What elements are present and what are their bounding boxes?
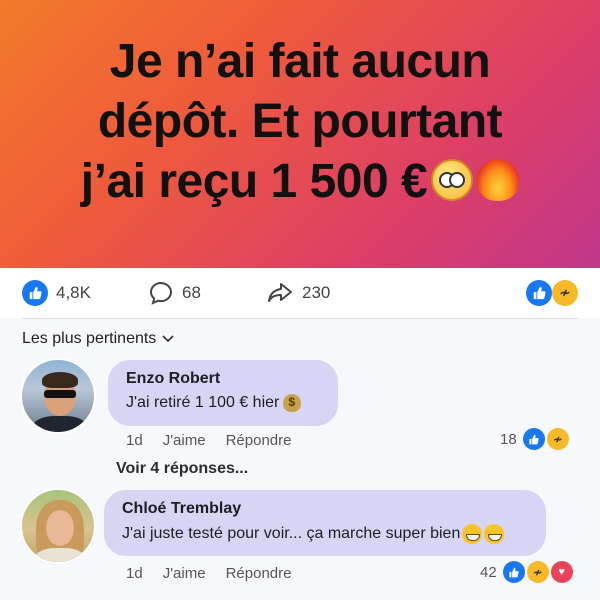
haha-reaction-icon: ≁ bbox=[546, 428, 569, 450]
comment-sort-dropdown[interactable]: Les plus pertinents bbox=[22, 330, 174, 348]
comments-count: 68 bbox=[182, 283, 201, 302]
flushed-face-icon bbox=[431, 159, 474, 202]
comment-time: 1d bbox=[126, 432, 143, 449]
likes-stat[interactable]: 4,8K bbox=[22, 280, 91, 306]
haha-reaction-icon: ≁ bbox=[552, 280, 578, 306]
comment-author[interactable]: Chloé Tremblay bbox=[122, 500, 528, 518]
comment-icon bbox=[149, 281, 173, 305]
view-replies-link[interactable]: Voir 4 réponses... bbox=[116, 460, 248, 478]
comment-bubble: Chloé Tremblay J'ai juste testé pour voi… bbox=[104, 490, 546, 556]
reply-button[interactable]: Répondre bbox=[226, 432, 292, 449]
sunglasses bbox=[44, 390, 76, 398]
reply-button[interactable]: Répondre bbox=[226, 565, 292, 582]
share-arrow-icon bbox=[268, 283, 292, 302]
like-reaction-icon bbox=[522, 428, 545, 450]
comment-text: J'ai juste testé pour voir... ça marche … bbox=[122, 524, 528, 544]
headline-line-3: j’ai reçu 1 500 € bbox=[0, 152, 600, 212]
comments-stat[interactable]: 68 bbox=[148, 280, 201, 306]
shares-stat[interactable]: 230 bbox=[266, 280, 330, 306]
comment-actions: 1d J'aime Répondre bbox=[126, 565, 311, 582]
grinning-face-icon bbox=[484, 524, 505, 544]
avatar-shirt bbox=[32, 416, 88, 432]
avatar-shirt bbox=[34, 548, 86, 562]
avatar-chloe-tremblay[interactable] bbox=[20, 488, 96, 564]
avatar-hair bbox=[42, 372, 78, 388]
like-button[interactable]: J'aime bbox=[163, 565, 206, 582]
shares-count: 230 bbox=[302, 283, 331, 302]
divider bbox=[22, 318, 578, 319]
comment-text-content: J'ai juste testé pour voir... ça marche … bbox=[122, 525, 461, 543]
comment-reactions[interactable]: 42 ≁ ♥ bbox=[480, 561, 573, 583]
reaction-count: 18 bbox=[500, 430, 517, 448]
comment-time: 1d bbox=[126, 565, 143, 582]
comment-text: J'ai retiré 1 100 € hier bbox=[126, 394, 320, 412]
like-reaction-icon bbox=[502, 561, 525, 583]
sort-label: Les plus pertinents bbox=[22, 330, 157, 347]
headline-line-1: Je n’ai fait aucun bbox=[109, 35, 491, 88]
love-reaction-icon: ♥ bbox=[550, 561, 573, 583]
like-reaction-icon bbox=[526, 280, 552, 306]
comment-author[interactable]: Enzo Robert bbox=[126, 370, 320, 388]
money-bag-icon bbox=[283, 394, 302, 412]
headline-line-3-text: j’ai reçu 1 500 € bbox=[80, 155, 428, 208]
fire-icon bbox=[477, 159, 520, 202]
haha-reaction-icon: ≁ bbox=[526, 561, 549, 583]
comment-actions: 1d J'aime Répondre bbox=[126, 432, 311, 449]
avatar-face bbox=[46, 510, 74, 546]
reactions-summary[interactable]: ≁ bbox=[526, 280, 578, 306]
headline-line-2: dépôt. Et pourtant bbox=[97, 95, 503, 148]
reaction-count: 42 bbox=[480, 563, 497, 581]
comment-bubble: Enzo Robert J'ai retiré 1 100 € hier bbox=[108, 360, 338, 426]
grinning-face-icon bbox=[462, 524, 483, 544]
post-stats-bar: 4,8K 68 230 ≁ bbox=[0, 268, 600, 318]
thumbs-up-icon bbox=[22, 280, 48, 306]
post-headline: Je n’ai fait aucun dépôt. Et pourtant j’… bbox=[0, 32, 600, 212]
avatar-enzo-robert[interactable] bbox=[20, 358, 96, 434]
likes-count: 4,8K bbox=[56, 283, 91, 302]
comment-text-content: J'ai retiré 1 100 € hier bbox=[126, 394, 280, 412]
comment-reactions[interactable]: 18 ≁ bbox=[500, 428, 569, 450]
chevron-down-icon bbox=[162, 335, 174, 343]
like-button[interactable]: J'aime bbox=[163, 432, 206, 449]
